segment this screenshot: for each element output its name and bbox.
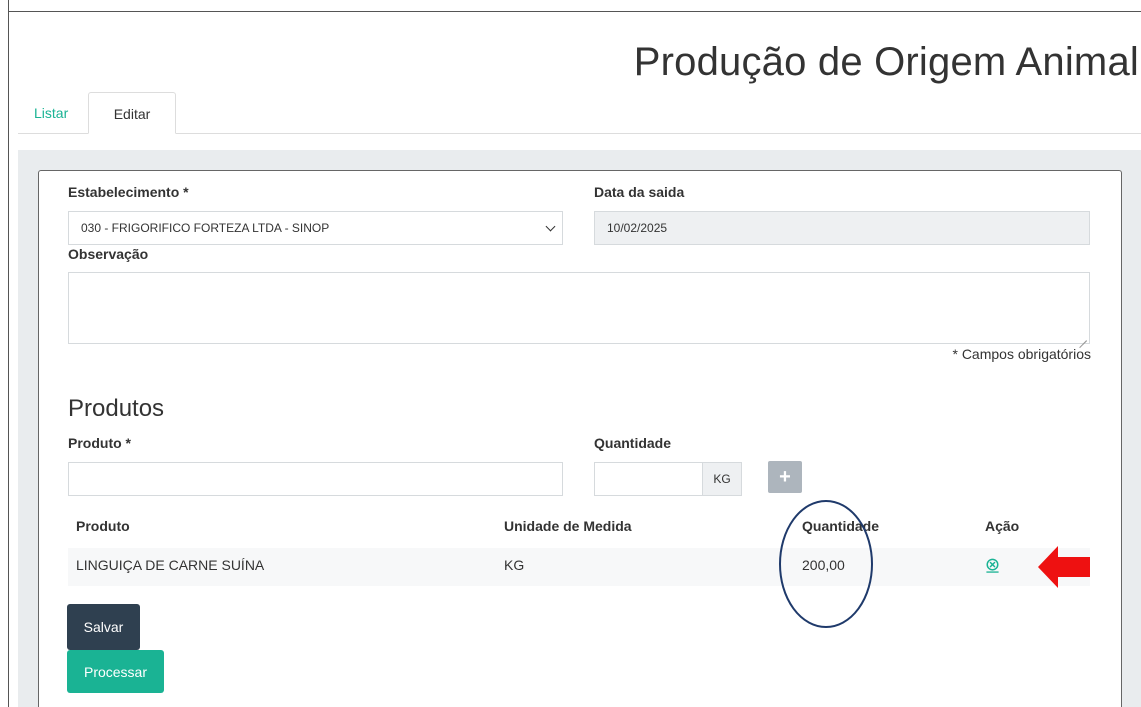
table-header-quantidade: Quantidade [802, 518, 880, 534]
tab-bar: Listar Editar [18, 92, 1141, 134]
remove-circle-icon[interactable] [985, 558, 1000, 573]
row-produto-cell: LINGUIÇA DE CARNE SUÍNA [76, 557, 265, 573]
estabelecimento-value: 030 - FRIGORIFICO FORTEZA LTDA - SINOP [81, 221, 330, 235]
window-top-border [8, 11, 1141, 12]
add-product-button[interactable]: + [768, 461, 802, 493]
table-header-produto: Produto [76, 518, 130, 534]
data-saida-label: Data da saida [594, 184, 685, 200]
observacao-textarea[interactable] [68, 272, 1090, 344]
produtos-section-title: Produtos [68, 395, 165, 422]
row-unidade-cell: KG [504, 557, 525, 573]
save-button[interactable]: Salvar [67, 604, 140, 650]
estabelecimento-label: Estabelecimento * [68, 184, 189, 200]
form-panel [38, 170, 1122, 707]
page-title: Produção de Origem Animal [633, 40, 1139, 84]
table-header-unidade: Unidade de Medida [504, 518, 632, 534]
data-saida-value: 10/02/2025 [607, 221, 668, 235]
unit-addon: KG [702, 462, 742, 496]
quantidade-label: Quantidade [594, 435, 672, 451]
window-left-border [8, 0, 9, 707]
produto-input[interactable] [68, 462, 563, 496]
quantidade-input[interactable] [594, 462, 703, 496]
process-button[interactable]: Processar [67, 650, 164, 693]
estabelecimento-select[interactable]: 030 - FRIGORIFICO FORTEZA LTDA - SINOP [68, 211, 563, 245]
row-quantidade-cell: 200,00 [802, 557, 845, 573]
resize-handle-icon[interactable] [1079, 333, 1087, 341]
observacao-label: Observação [68, 246, 149, 262]
data-saida-field: 10/02/2025 [594, 211, 1090, 245]
chevron-down-icon [545, 221, 556, 232]
required-fields-note: * Campos obrigatórios [952, 346, 1091, 362]
tab-listar[interactable]: Listar [34, 92, 68, 134]
table-header-acao: Ação [985, 518, 1020, 534]
produto-label: Produto * [68, 435, 131, 451]
tab-editar[interactable]: Editar [88, 92, 176, 134]
